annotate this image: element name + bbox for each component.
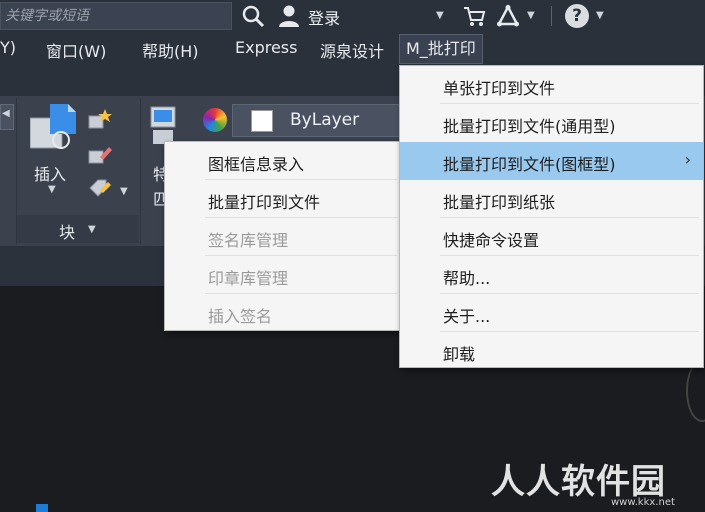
submenu-item-batch-print-file[interactable]: 批量打印到文件: [165, 180, 401, 218]
ucs-marker-icon: [36, 504, 48, 512]
menu-window[interactable]: 窗口(W): [46, 38, 106, 62]
menu-item-label: 批量打印到文件(通用型): [443, 117, 616, 136]
help-dropdown-caret-icon[interactable]: ▼: [596, 10, 604, 21]
block-panel-footer[interactable]: [17, 215, 139, 243]
insert-label[interactable]: 插入: [34, 161, 66, 185]
submenu-item-label: 插入签名: [208, 307, 273, 326]
submenu-item-frame-info-entry[interactable]: 图框信息录入: [165, 142, 401, 180]
user-icon[interactable]: [277, 4, 301, 28]
menu-help[interactable]: 帮助(H): [142, 38, 199, 62]
login-link[interactable]: 登录: [308, 5, 340, 29]
submenu-arrow-icon: ›: [684, 150, 691, 169]
attribute-caret-icon[interactable]: ▼: [120, 186, 128, 197]
help-icon[interactable]: ?: [565, 4, 589, 28]
block-attribute-icon[interactable]: [88, 178, 112, 200]
color-swatch: [251, 110, 273, 132]
menu-item-about[interactable]: 关于...: [400, 294, 703, 332]
block-panel-title[interactable]: 块: [59, 219, 75, 243]
menu-item-label: 批量打印到纸张: [443, 193, 556, 212]
menu-item-label: 关于...: [443, 307, 491, 326]
search-icon[interactable]: [241, 4, 265, 28]
insert-block-icon[interactable]: [29, 104, 78, 156]
toolbar-divider: [551, 6, 552, 26]
menu-item-label: 批量打印到文件(图框型): [443, 155, 616, 174]
block-panel-caret-icon[interactable]: ▼: [88, 224, 96, 235]
color-selector-value: ByLayer: [290, 110, 360, 130]
submenu-item-signature-library: 签名库管理: [165, 218, 401, 256]
submenu-item-label: 签名库管理: [208, 231, 289, 250]
menu-item-batch-print-generic[interactable]: 批量打印到文件(通用型): [400, 104, 703, 142]
create-block-icon[interactable]: [88, 108, 112, 130]
menu-item-single-print-file[interactable]: 单张打印到文件: [400, 66, 703, 104]
menu-express[interactable]: Express: [235, 38, 297, 57]
menu-item-batch-print-frame[interactable]: 批量打印到文件(图框型) ›: [400, 142, 703, 180]
login-dropdown-caret-icon[interactable]: ▼: [436, 10, 444, 21]
menu-yuanquan-design[interactable]: 源泉设计: [320, 38, 384, 62]
network-dropdown-caret-icon[interactable]: ▼: [527, 10, 535, 21]
scroll-left-arrow-icon[interactable]: ◀: [2, 108, 10, 119]
search-input[interactable]: [1, 3, 231, 29]
menu-item-shortcut-settings[interactable]: 快捷命令设置: [400, 218, 703, 256]
edit-block-icon[interactable]: [88, 143, 112, 165]
watermark-url: www.kkx.net: [611, 497, 675, 508]
menu-item-batch-print-paper[interactable]: 批量打印到纸张: [400, 180, 703, 218]
menu-item-label: 单张打印到文件: [443, 79, 556, 98]
m-batch-print-dropdown: 单张打印到文件 批量打印到文件(通用型) 批量打印到文件(图框型) › 批量打印到…: [399, 65, 704, 368]
menu-item-label: 帮助...: [443, 269, 491, 288]
insert-caret-icon[interactable]: ▼: [48, 184, 56, 195]
batch-frame-submenu: 图框信息录入 批量打印到文件 签名库管理 印章库管理 插入签名: [164, 141, 402, 331]
submenu-item-insert-signature: 插入签名: [165, 294, 401, 332]
search-box[interactable]: [0, 2, 232, 30]
menu-item-label: 快捷命令设置: [443, 231, 540, 250]
submenu-item-label: 图框信息录入: [208, 155, 305, 174]
menu-item-uninstall[interactable]: 卸载: [400, 332, 703, 370]
menu-partial-item[interactable]: Y): [0, 38, 16, 57]
menu-item-label: 卸载: [443, 345, 476, 364]
submenu-item-label: 批量打印到文件: [208, 193, 321, 212]
autodesk-network-icon[interactable]: [496, 4, 520, 28]
menu-item-help[interactable]: 帮助...: [400, 256, 703, 294]
cart-icon[interactable]: [462, 4, 486, 28]
submenu-item-label: 印章库管理: [208, 269, 289, 288]
color-wheel-icon[interactable]: [203, 108, 227, 132]
submenu-item-seal-library: 印章库管理: [165, 256, 401, 294]
menu-m-batch-print[interactable]: M_批打印: [399, 34, 483, 64]
ribbon-divider: [140, 98, 141, 244]
watermark: 人人软件园: [491, 462, 666, 502]
